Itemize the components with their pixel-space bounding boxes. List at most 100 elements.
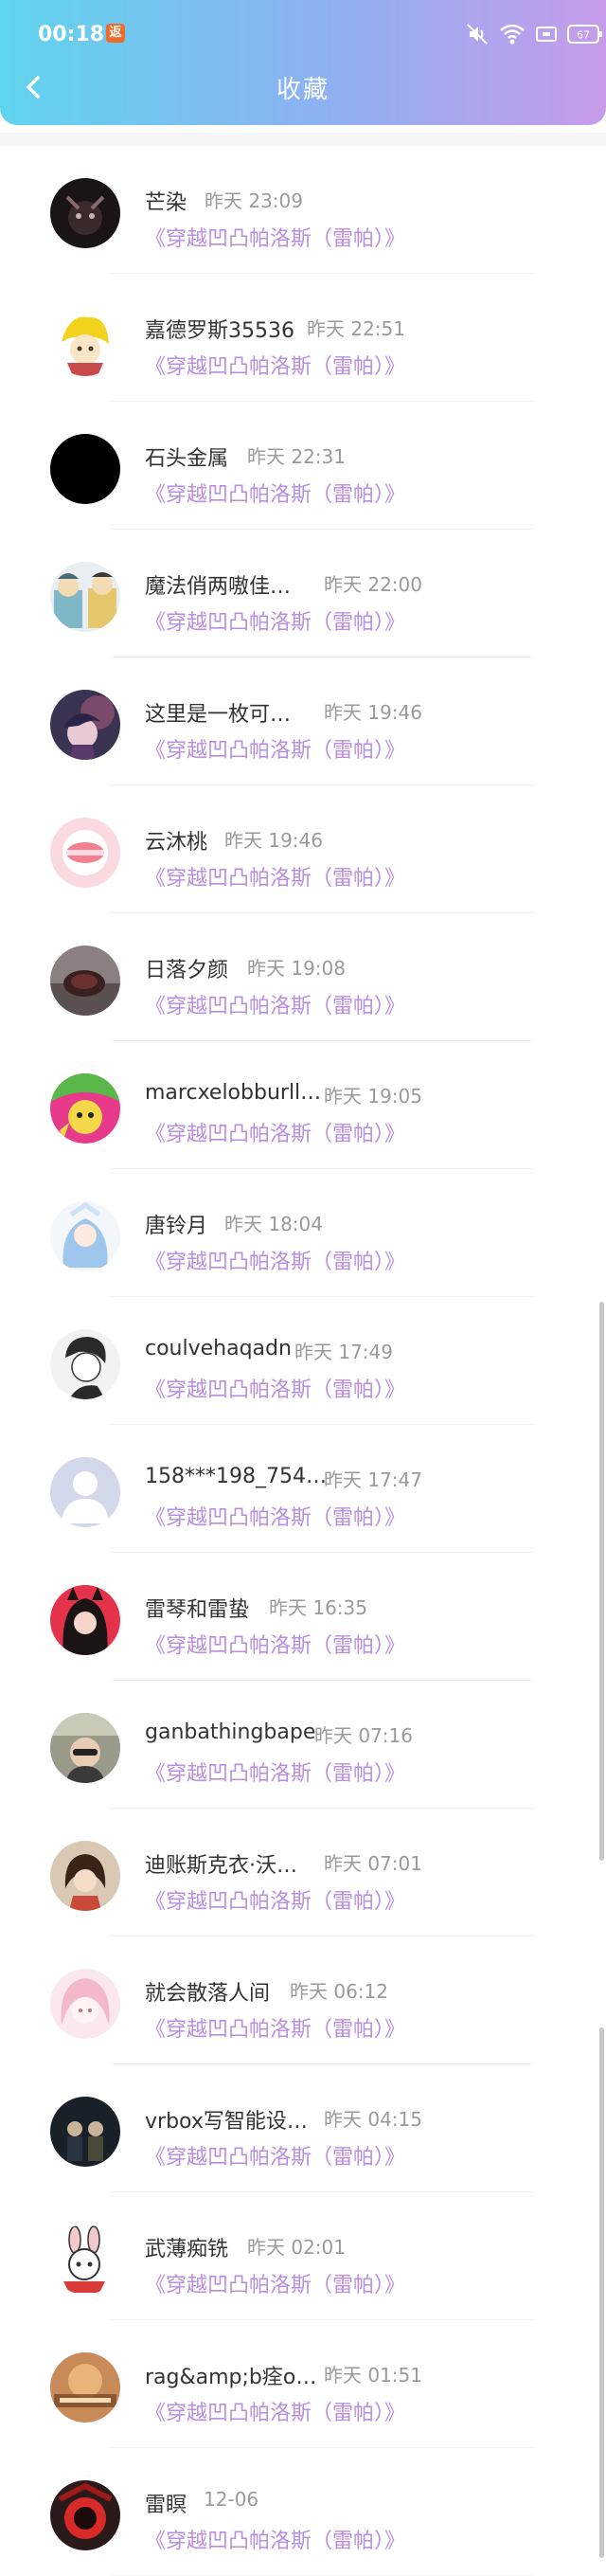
book-title[interactable]: 《穿越凹凸帕洛斯（雷帕）》 <box>145 1245 405 1275</box>
page-title: 收藏 <box>276 76 330 104</box>
avatar[interactable] <box>50 1841 120 1911</box>
avatar[interactable] <box>50 2225 120 2295</box>
book-title[interactable]: 《穿越凹凸帕洛斯（雷帕）》 <box>145 2012 405 2043</box>
user-name: 云沐桃 <box>145 831 208 855</box>
list-item[interactable]: 石头金属 昨天 22:31 《穿越凹凸帕洛斯（雷帕）》 <box>0 402 606 530</box>
list-item[interactable]: vrbox写智能设… 昨天 04:15 《穿越凹凸帕洛斯（雷帕）》 <box>0 2064 606 2192</box>
book-title[interactable]: 《穿越凹凸帕洛斯（雷帕）》 <box>145 2140 405 2171</box>
collect-time: 昨天 23:09 <box>205 189 303 212</box>
book-title[interactable]: 《穿越凹凸帕洛斯（雷帕）》 <box>145 989 405 1019</box>
collect-time: 昨天 16:35 <box>269 1596 367 1619</box>
user-name: ganbathingbape <box>145 1720 316 1744</box>
avatar[interactable] <box>50 690 120 760</box>
list-item[interactable]: 云沐桃 昨天 19:46 《穿越凹凸帕洛斯（雷帕）》 <box>0 785 606 913</box>
list-item[interactable]: 158***198_754… 昨天 17:47 《穿越凹凸帕洛斯（雷帕）》 <box>0 1425 606 1553</box>
book-title[interactable]: 《穿越凹凸帕洛斯（雷帕）》 <box>145 605 405 636</box>
avatar[interactable] <box>50 2480 120 2550</box>
list-item[interactable]: ganbathingbape 昨天 07:16 《穿越凹凸帕洛斯（雷帕）》 <box>0 1681 606 1809</box>
collect-time: 昨天 19:08 <box>247 957 346 980</box>
list-item[interactable]: 唐铃月 昨天 18:04 《穿越凹凸帕洛斯（雷帕）》 <box>0 1169 606 1297</box>
book-title[interactable]: 《穿越凹凸帕洛斯（雷帕）》 <box>145 2268 405 2298</box>
book-title[interactable]: 《穿越凹凸帕洛斯（雷帕）》 <box>145 222 405 252</box>
book-title[interactable]: 《穿越凹凸帕洛斯（雷帕）》 <box>145 477 405 508</box>
collect-time: 昨天 22:51 <box>307 317 405 340</box>
user-name: coulvehaqadn <box>145 1337 292 1360</box>
avatar[interactable] <box>50 306 120 376</box>
book-title[interactable]: 《穿越凹凸帕洛斯（雷帕）》 <box>145 2396 405 2426</box>
user-name: 这里是一枚可… <box>145 703 292 727</box>
collect-time: 昨天 04:15 <box>324 2108 422 2131</box>
book-title[interactable]: 《穿越凹凸帕洛斯（雷帕）》 <box>145 1117 405 1147</box>
list-item[interactable]: 雷瞑 12-06 《穿越凹凸帕洛斯（雷帕）》 <box>0 2448 606 2576</box>
user-name: 就会散落人间 <box>145 1982 271 2006</box>
clock: 00:18 <box>38 23 105 46</box>
avatar[interactable] <box>50 434 120 504</box>
book-title[interactable]: 《穿越凹凸帕洛斯（雷帕）》 <box>145 1373 405 1403</box>
list-item[interactable]: 武薄痴铣 昨天 02:01 《穿越凹凸帕洛斯（雷帕）》 <box>0 2192 606 2320</box>
user-name: 迪账斯克衣·沃… <box>145 1854 297 1878</box>
list-item[interactable]: 雷琴和雷蛰 昨天 16:35 《穿越凹凸帕洛斯（雷帕）》 <box>0 1553 606 1681</box>
avatar[interactable] <box>50 2352 120 2423</box>
list-item[interactable]: rag&amp;b痊o… 昨天 01:51 《穿越凹凸帕洛斯（雷帕）》 <box>0 2320 606 2448</box>
avatar[interactable] <box>50 1201 120 1271</box>
collect-time: 昨天 17:47 <box>324 1468 422 1491</box>
avatar[interactable] <box>50 1457 120 1527</box>
list-item[interactable]: 芒染 昨天 23:09 《穿越凹凸帕洛斯（雷帕）》 <box>0 146 606 274</box>
user-name: rag&amp;b痊o… <box>145 2366 317 2389</box>
book-title[interactable]: 《穿越凹凸帕洛斯（雷帕）》 <box>145 733 405 764</box>
avatar[interactable] <box>50 1713 120 1783</box>
user-name: 雷琴和雷蛰 <box>145 1598 250 1622</box>
notification-badge: 返 <box>106 24 125 43</box>
header-separator <box>0 133 606 146</box>
avatar[interactable] <box>50 562 120 632</box>
book-title[interactable]: 《穿越凹凸帕洛斯（雷帕）》 <box>145 1629 405 1659</box>
avatar[interactable] <box>50 1585 120 1655</box>
list-item[interactable]: 嘉德罗斯35536 昨天 22:51 《穿越凹凸帕洛斯（雷帕）》 <box>0 274 606 402</box>
user-name: 武薄痴铣 <box>145 2238 229 2261</box>
avatar[interactable] <box>50 1073 120 1144</box>
user-name: 嘉德罗斯35536 <box>145 319 294 343</box>
list-item[interactable]: 日落夕颜 昨天 19:08 《穿越凹凸帕洛斯（雷帕）》 <box>0 913 606 1041</box>
user-name: 石头金属 <box>145 447 229 471</box>
avatar[interactable] <box>50 1969 120 2039</box>
list-item[interactable]: coulvehaqadn 昨天 17:49 《穿越凹凸帕洛斯（雷帕）》 <box>0 1297 606 1425</box>
scrollbar-lower[interactable] <box>599 2027 604 2558</box>
favorites-list: 芒染 昨天 23:09 《穿越凹凸帕洛斯（雷帕）》 嘉德罗斯35536 昨天 2… <box>0 146 606 2576</box>
user-name: 芒染 <box>145 191 187 215</box>
collect-time: 昨天 18:04 <box>224 1213 323 1235</box>
collect-time: 昨天 19:46 <box>224 829 323 852</box>
list-item[interactable]: 魔法俏两嗷佳… 昨天 22:00 《穿越凹凸帕洛斯（雷帕）》 <box>0 530 606 658</box>
battery-level: 67 <box>577 29 590 42</box>
book-title[interactable]: 《穿越凹凸帕洛斯（雷帕）》 <box>145 861 405 892</box>
avatar[interactable] <box>50 2097 120 2167</box>
list-item[interactable]: 就会散落人间 昨天 06:12 《穿越凹凸帕洛斯（雷帕）》 <box>0 1937 606 2064</box>
book-title[interactable]: 《穿越凹凸帕洛斯（雷帕）》 <box>145 1884 405 1915</box>
avatar[interactable] <box>50 946 120 1016</box>
list-item[interactable]: marcxelobburll… 昨天 19:05 《穿越凹凸帕洛斯（雷帕）》 <box>0 1041 606 1169</box>
list-item[interactable]: 迪账斯克衣·沃… 昨天 07:01 《穿越凹凸帕洛斯（雷帕）》 <box>0 1809 606 1937</box>
collect-time: 昨天 01:51 <box>324 2364 422 2387</box>
collect-time: 昨天 19:05 <box>324 1085 422 1108</box>
avatar[interactable] <box>50 1329 120 1399</box>
book-title[interactable]: 《穿越凹凸帕洛斯（雷帕）》 <box>145 2524 405 2554</box>
battery-icon: 67 <box>567 25 602 44</box>
list-item[interactable]: 这里是一枚可… 昨天 19:46 《穿越凹凸帕洛斯（雷帕）》 <box>0 658 606 785</box>
book-title[interactable]: 《穿越凹凸帕洛斯（雷帕）》 <box>145 1501 405 1531</box>
collect-time: 昨天 19:46 <box>324 701 422 724</box>
avatar[interactable] <box>50 818 120 888</box>
user-name: 魔法俏两嗷佳… <box>145 575 292 599</box>
wifi-icon <box>500 24 525 45</box>
book-title[interactable]: 《穿越凹凸帕洛斯（雷帕）》 <box>145 350 405 380</box>
collect-time: 昨天 07:16 <box>314 1724 413 1747</box>
collect-time: 昨天 06:12 <box>290 1980 388 2003</box>
user-name: 雷瞑 <box>145 2494 187 2517</box>
app-header: 00:18 返 67 收藏 <box>0 0 606 125</box>
book-title[interactable]: 《穿越凹凸帕洛斯（雷帕）》 <box>145 1756 405 1787</box>
collect-time: 昨天 17:49 <box>294 1341 393 1363</box>
collect-time: 12-06 <box>204 2488 259 2511</box>
collect-time: 昨天 02:01 <box>247 2236 346 2259</box>
avatar[interactable] <box>50 178 120 248</box>
user-name: marcxelobburll… <box>145 1081 322 1105</box>
status-bar: 00:18 返 67 <box>0 0 606 55</box>
scrollbar-upper[interactable] <box>599 1302 604 1861</box>
